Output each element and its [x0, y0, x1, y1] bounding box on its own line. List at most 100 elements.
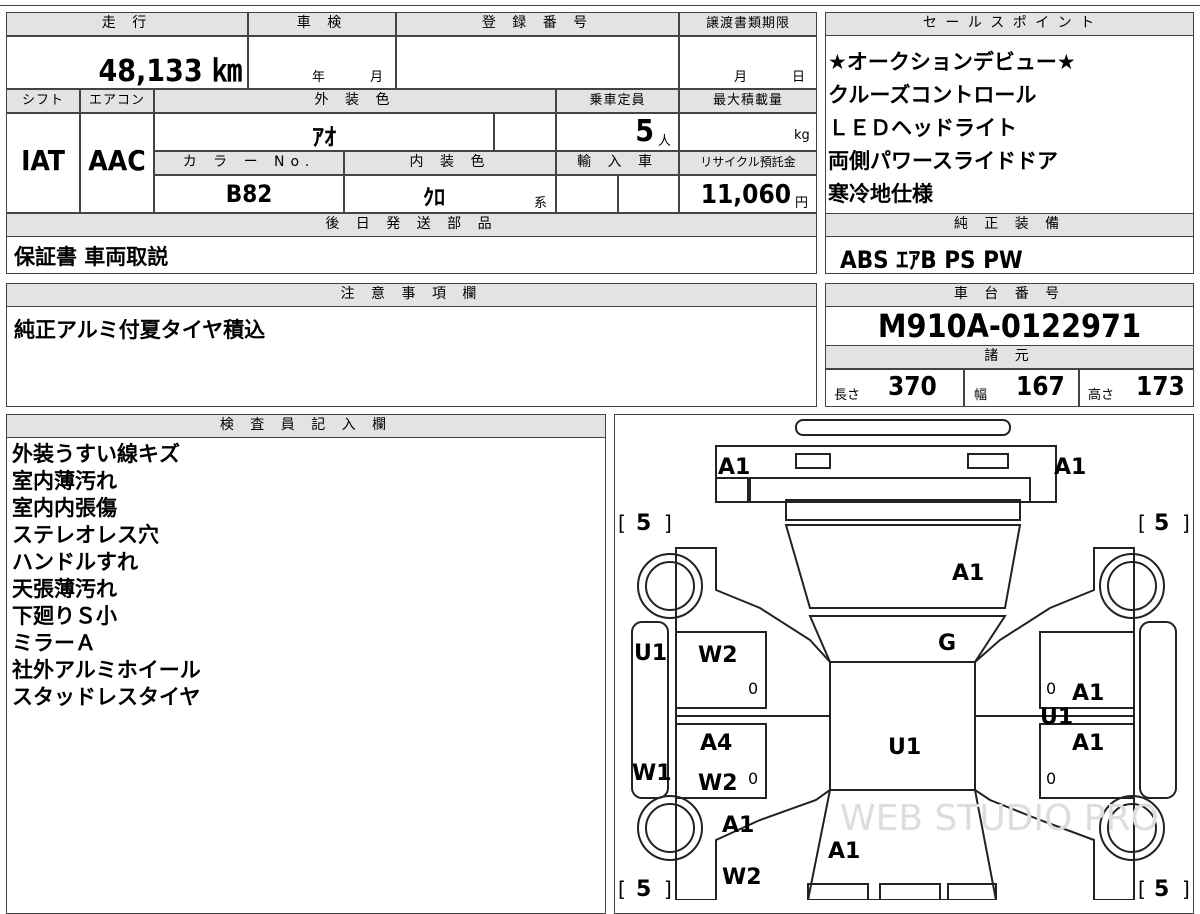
car-diagram: WEB STUDIO PRO 5 [ ] 5 [ ] 5 [ ] 5 [ ] A… [618, 419, 1190, 900]
ac-value: AAC [88, 144, 146, 177]
transfer-day-unit: 日 [792, 70, 806, 85]
tire-rr-mark: 5 [1154, 877, 1169, 900]
svg-text:[: [ [618, 877, 626, 900]
shift-header: シフト [6, 89, 80, 113]
recycle-value: 11,060 [700, 180, 791, 210]
inspector-item: スタッドレスタイヤ [12, 685, 201, 709]
interior-header: 内 装 色 [344, 151, 556, 175]
mark-front-left: A1 [718, 455, 750, 480]
sales-point: 両側パワースライドドア [828, 149, 1058, 173]
ac-header: エアコン [80, 89, 154, 113]
interior-value: ｸﾛ [422, 186, 445, 211]
inspector-item: 下廻りＳ小 [12, 604, 117, 628]
rear-bumper-left [807, 883, 869, 900]
inspector-item: 外装うすい線キズ [12, 442, 180, 466]
chassis-number: M910A-0122971 [877, 307, 1142, 345]
import-header: 輸 入 車 [556, 151, 679, 175]
hood [784, 524, 1022, 609]
exterior-header: 外 装 色 [154, 89, 556, 113]
svg-text:[: [ [1138, 877, 1146, 900]
exterior-color-value: ｱｵ [312, 123, 336, 151]
genuine-equipment-header: 純 正 装 備 [825, 213, 1194, 237]
svg-text:]: ] [1182, 877, 1190, 900]
sales-point: クルーズコントロール [828, 83, 1037, 107]
top-cut-strip [0, 0, 1200, 6]
inspector-item: 社外アルミホイール [12, 658, 201, 682]
sales-point: ★オークションデビュー★ [828, 50, 1076, 74]
transfer-month-unit: 月 [734, 70, 748, 85]
registration-cell [396, 36, 679, 89]
mark-rear-door-left-2: W2 [698, 771, 738, 796]
specs-header: 諸 元 [825, 345, 1194, 369]
shift-value: IAT [21, 144, 65, 177]
rear-bumper-right [947, 883, 997, 900]
rear-bumper-mid [879, 883, 941, 900]
exterior-extra-cell [494, 113, 556, 151]
zero-mark: 0 [1046, 769, 1056, 788]
roof [829, 661, 976, 791]
inspector-item: 室内内張傷 [12, 496, 117, 520]
notes-value: 純正アルミ付夏タイヤ積込 [14, 318, 266, 342]
mark-right-3: A1 [1072, 731, 1104, 756]
sales-point: 寒冷地仕様 [828, 182, 933, 206]
front-left-light [795, 453, 831, 469]
later-parts-header: 後 日 発 送 部 品 [6, 213, 817, 237]
zero-mark: 0 [1046, 679, 1056, 698]
mark-windshield: G [938, 631, 956, 656]
sales-points-list: ★オークションデビュー★ クルーズコントロール ＬＥＤヘッドライト 両側パワース… [828, 46, 1188, 211]
zero-mark: 0 [748, 769, 758, 788]
mileage-header: 走 行 [6, 12, 248, 36]
recycle-unit: 円 [795, 196, 809, 211]
mark-front-door-left: W2 [698, 643, 738, 668]
spec-width-value: 167 [1016, 372, 1065, 402]
mark-right-2: U1 [1040, 705, 1073, 730]
mark-hood: A1 [952, 561, 984, 586]
svg-text:[: [ [1138, 511, 1146, 535]
later-parts-value: 保証書 車両取説 [14, 245, 169, 269]
inspector-item: ステレオレス穴 [12, 523, 159, 547]
inspector-header: 検 査 員 記 入 欄 [6, 414, 606, 438]
color-no-header: カ ラ ー No. [154, 151, 344, 175]
shaken-header: 車 検 [248, 12, 396, 36]
tire-fl-mark: 5 [636, 511, 651, 536]
windshield [808, 615, 1007, 663]
wheel-front-right [1099, 553, 1165, 619]
genuine-equipment-value: ABS ｴｱB PS PW [840, 246, 1023, 274]
zero-mark: 0 [748, 679, 758, 698]
sales-header: セ ー ル ス ポ イ ン ト [825, 12, 1194, 36]
mark-rear-left-2: W2 [722, 865, 762, 890]
mark-rear-left-1: A1 [722, 813, 754, 838]
spec-height-value: 173 [1136, 372, 1185, 402]
right-sill [1139, 621, 1177, 799]
inspector-item: ミラーＡ [12, 631, 96, 655]
tire-fr-mark: 5 [1154, 511, 1169, 536]
spec-length-value: 370 [888, 372, 937, 402]
mark-roof: U1 [888, 735, 921, 760]
recycle-header: リサイクル預託金 [679, 151, 817, 175]
mark-left-sill: W1 [632, 761, 672, 786]
inspector-item: ハンドルすれ [12, 550, 138, 574]
svg-text:[: [ [618, 511, 626, 535]
import-cell-a [556, 175, 618, 213]
mark-rear-door-left-1: A4 [700, 731, 732, 756]
spec-width-label: 幅 [974, 388, 988, 403]
svg-text:]: ] [664, 511, 672, 535]
svg-text:]: ] [664, 877, 672, 900]
front-left-corner [715, 477, 749, 503]
registration-header: 登 録 番 号 [396, 12, 679, 36]
grille [749, 477, 1031, 503]
spec-length-label: 長さ [834, 388, 861, 403]
transfer-header: 譲渡書類期限 [679, 12, 817, 36]
mark-front-right: A1 [1054, 455, 1086, 480]
capacity-value: 5 [635, 114, 654, 149]
shaken-year-unit: 年 [312, 70, 326, 85]
import-cell-b [618, 175, 679, 213]
inspector-item: 室内薄汚れ [12, 469, 117, 493]
color-no-value: B82 [225, 180, 273, 208]
notes-header: 注 意 事 項 欄 [6, 283, 817, 307]
tire-rl-mark: 5 [636, 877, 651, 900]
mileage-value: 48,133 ㎞ [98, 54, 242, 89]
maxload-header: 最大積載量 [679, 89, 817, 113]
shaken-month-unit: 月 [370, 70, 384, 85]
mark-rear-center: A1 [828, 839, 860, 864]
